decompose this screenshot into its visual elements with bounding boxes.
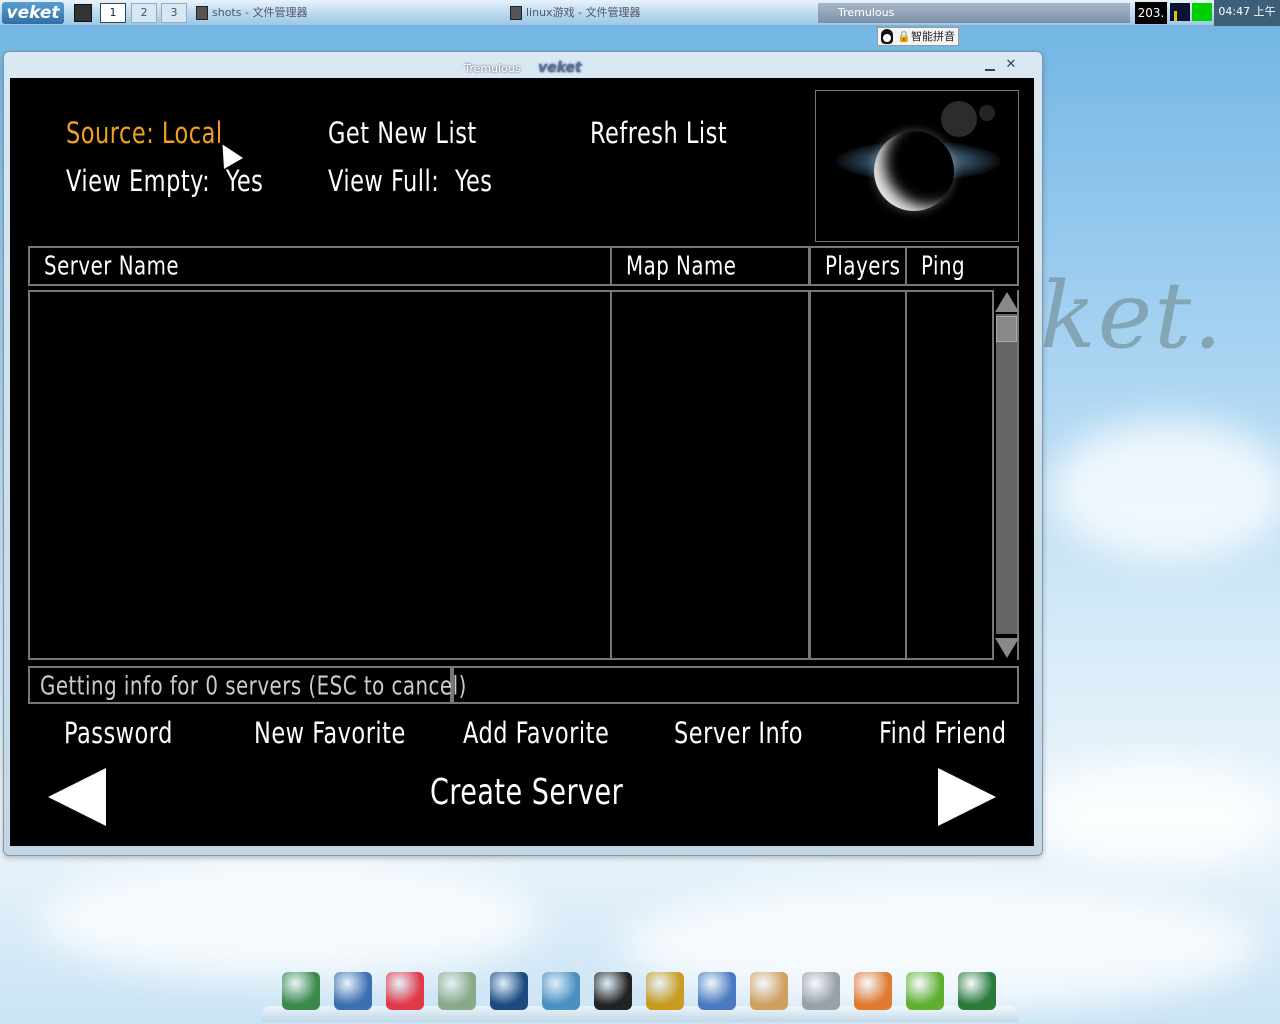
- task-linux-games-file-manager[interactable]: linux游戏 - 文件管理器: [508, 3, 808, 23]
- ping-list[interactable]: [905, 290, 994, 660]
- media-player-icon[interactable]: [490, 972, 528, 1010]
- door-icon[interactable]: [646, 972, 684, 1010]
- scroll-thumb[interactable]: [996, 316, 1017, 342]
- server-browser: Source: Local Get New List Refresh List …: [10, 78, 1034, 846]
- task-tremulous[interactable]: Tremulous: [818, 3, 1130, 23]
- window-titlebar[interactable]: Tremulous veket ✕: [4, 52, 1042, 78]
- task-shots-file-manager[interactable]: shots - 文件管理器: [194, 3, 494, 23]
- windows-icon[interactable]: [698, 972, 736, 1010]
- window-brand: veket: [538, 60, 582, 76]
- workspace-2[interactable]: 2: [131, 3, 157, 23]
- refresh-list-button[interactable]: Refresh List: [590, 116, 727, 150]
- window-title: Tremulous: [464, 62, 521, 75]
- monitor-icon[interactable]: [334, 972, 372, 1010]
- view-full-value: Yes: [455, 164, 493, 199]
- editor-icon[interactable]: [438, 972, 476, 1010]
- input-method-bar[interactable]: 🔒 智能拼音: [877, 27, 959, 46]
- get-new-list-button[interactable]: Get New List: [328, 116, 477, 150]
- close-icon[interactable]: ✕: [1004, 58, 1018, 72]
- source-selector[interactable]: Source: Local: [66, 116, 223, 150]
- pig-icon[interactable]: [386, 972, 424, 1010]
- desktop-logo: ket.: [1040, 262, 1225, 369]
- map-list[interactable]: [610, 290, 810, 660]
- new-favorite-button[interactable]: New Favorite: [254, 716, 406, 750]
- workspace-3[interactable]: 3: [161, 3, 187, 23]
- status-message: Getting info for 0 servers (ESC to cance…: [40, 672, 467, 702]
- cpu-meter-icon[interactable]: [1170, 3, 1190, 21]
- column-header-players[interactable]: Players: [809, 246, 907, 286]
- column-header-ping[interactable]: Ping: [905, 246, 1019, 286]
- network-icon[interactable]: [542, 972, 580, 1010]
- input-method-label: 智能拼音: [911, 30, 955, 43]
- scroll-up-icon[interactable]: [995, 292, 1019, 312]
- dock: [262, 966, 1018, 1022]
- penguin-icon: [881, 29, 893, 44]
- column-header-server-name[interactable]: Server Name: [28, 246, 612, 286]
- battery-icon[interactable]: [1192, 3, 1212, 21]
- file-manager-icon[interactable]: [282, 972, 320, 1010]
- workspace-1[interactable]: 1: [100, 3, 126, 23]
- folder-icon: [510, 6, 522, 20]
- back-arrow-icon[interactable]: [48, 768, 106, 826]
- lock-icon: 🔒: [897, 30, 911, 43]
- create-server-button[interactable]: Create Server: [430, 772, 623, 813]
- cloud: [40, 860, 540, 980]
- scroll-down-icon[interactable]: [995, 638, 1019, 658]
- camera-icon[interactable]: [958, 972, 996, 1010]
- clock[interactable]: 04:47 上午: [1214, 0, 1280, 26]
- server-list-scrollbar[interactable]: [992, 290, 1019, 660]
- planet-icon: [874, 131, 954, 211]
- taskbar: veket 1 2 3 shots - 文件管理器 linux游戏 - 文件管理…: [0, 0, 1280, 26]
- scroll-track[interactable]: [996, 314, 1017, 634]
- cloud: [1030, 760, 1280, 870]
- photo-icon[interactable]: [854, 972, 892, 1010]
- add-favorite-button[interactable]: Add Favorite: [463, 716, 609, 750]
- view-full-toggle[interactable]: View Full: Yes: [328, 164, 493, 198]
- status-message-box: Getting info for 0 servers (ESC to cance…: [28, 666, 466, 704]
- tremulous-logo: [815, 90, 1019, 242]
- minimize-icon[interactable]: [984, 61, 996, 73]
- penguin-icon[interactable]: [594, 972, 632, 1010]
- server-list[interactable]: [28, 290, 612, 660]
- players-list[interactable]: [809, 290, 907, 660]
- paint-icon[interactable]: [750, 972, 788, 1010]
- server-info-button[interactable]: Server Info: [674, 716, 803, 750]
- view-empty-label: View Empty:: [66, 164, 211, 199]
- password-button[interactable]: Password: [64, 716, 173, 750]
- view-full-label: View Full:: [328, 164, 440, 199]
- status-detail-box: [452, 666, 1019, 704]
- forward-arrow-icon[interactable]: [938, 768, 996, 826]
- folder-icon: [196, 6, 208, 20]
- view-empty-toggle[interactable]: View Empty: Yes: [66, 164, 263, 198]
- find-friend-button[interactable]: Find Friend: [879, 716, 1007, 750]
- usb-drive-icon[interactable]: [802, 972, 840, 1010]
- help-icon[interactable]: [906, 972, 944, 1010]
- tray-network-number[interactable]: 203.: [1135, 2, 1167, 24]
- show-desktop-icon[interactable]: [74, 4, 92, 22]
- start-button[interactable]: veket: [2, 2, 64, 24]
- column-header-map-name[interactable]: Map Name: [610, 246, 810, 286]
- view-empty-value: Yes: [225, 164, 264, 199]
- cloud: [1050, 420, 1280, 560]
